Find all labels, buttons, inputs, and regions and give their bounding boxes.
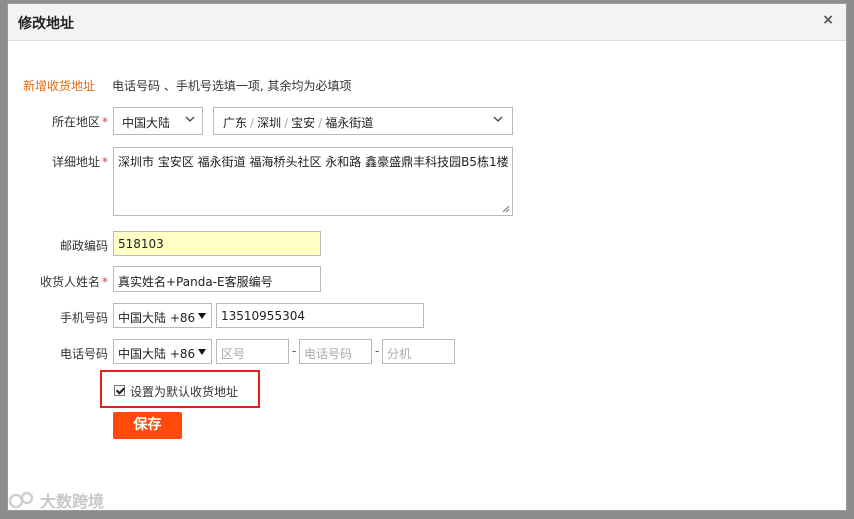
address-label: 详细地址 * (8, 153, 108, 170)
extension-input[interactable]: 分机 (382, 339, 455, 364)
mobile-input[interactable]: 13510955304 (216, 303, 424, 328)
address-textarea[interactable]: 深圳市 宝安区 福永街道 福海桥头社区 永和路 鑫豪盛鼎丰科技园B5栋1楼 (113, 147, 513, 216)
street-value: 福永街道 (325, 116, 374, 130)
section-title: 新增收货地址 (23, 79, 96, 93)
phone-number-placeholder: 电话号码 (304, 347, 353, 361)
region-separator: / (318, 116, 323, 130)
country-select[interactable]: 中国大陆 (113, 107, 203, 135)
recipient-label-text: 收货人姓名 (39, 275, 100, 289)
mobile-label-text: 手机号码 (59, 311, 108, 325)
mobile-label: 手机号码 (8, 309, 108, 326)
city-value: 深圳 (257, 116, 282, 130)
chevron-down-icon (492, 113, 504, 125)
phone-label-text: 电话号码 (59, 347, 108, 361)
phone-country-select[interactable]: 中国大陆 +86 (113, 339, 212, 364)
recipient-input[interactable]: 真实姓名+Panda-E客服编号 (113, 266, 321, 292)
required-mark: * (102, 155, 108, 169)
region-label-text: 所在地区 (51, 115, 100, 129)
checkbox-checked-icon[interactable] (114, 385, 125, 396)
triangle-down-icon (198, 349, 206, 355)
phone-label: 电话号码 (8, 345, 108, 362)
region-label: 所在地区 * (8, 113, 108, 130)
country-select-value: 中国大陆 (122, 116, 171, 130)
area-code-placeholder: 区号 (221, 347, 246, 361)
resize-handle-icon[interactable] (502, 205, 510, 213)
save-button[interactable]: 保存 (113, 412, 182, 439)
mobile-value: 13510955304 (221, 309, 305, 323)
mobile-country-value: 中国大陆 +86 (118, 311, 196, 325)
watermark: 大数跨境 (8, 488, 104, 512)
triangle-down-icon (198, 313, 206, 319)
district-value: 宝安 (291, 116, 316, 130)
phone-dash: - (375, 344, 380, 358)
form-hint: 电话号码 、手机号选填一项, 其余均为必填项 (112, 79, 352, 93)
province-value: 广东 (223, 116, 248, 130)
watermark-logo-icon (8, 491, 34, 509)
postal-label: 邮政编码 (8, 237, 108, 254)
region-select[interactable]: 广东 / 深圳 / 宝安 / 福永街道 (213, 107, 513, 135)
dialog-title: 修改地址 (18, 16, 74, 32)
default-address-label[interactable]: 设置为默认收货地址 (130, 383, 238, 400)
region-separator: / (250, 116, 255, 130)
edit-address-dialog: 修改地址 × 新增收货地址 电话号码 、手机号选填一项, 其余均为必填项 所在地… (7, 3, 847, 511)
mobile-country-select[interactable]: 中国大陆 +86 (113, 303, 212, 328)
address-label-text: 详细地址 (51, 155, 100, 169)
default-address-highlight: 设置为默认收货地址 (100, 370, 260, 408)
dialog-titlebar: 修改地址 × (8, 4, 846, 41)
region-separator: / (284, 116, 289, 130)
address-value: 深圳市 宝安区 福永街道 福海桥头社区 永和路 鑫豪盛鼎丰科技园B5栋1楼 (118, 155, 509, 169)
phone-country-value: 中国大陆 +86 (118, 347, 196, 361)
phone-dash: - (292, 344, 297, 358)
required-mark: * (102, 115, 108, 129)
postal-label-text: 邮政编码 (59, 239, 108, 253)
recipient-label: 收货人姓名 * (8, 273, 108, 290)
extension-placeholder: 分机 (387, 347, 412, 361)
phone-number-input[interactable]: 电话号码 (299, 339, 372, 364)
chevron-down-icon (184, 113, 196, 125)
watermark-text: 大数跨境 (40, 492, 105, 511)
postal-input[interactable]: 518103 (113, 231, 321, 256)
required-mark: * (102, 275, 108, 289)
postal-value: 518103 (118, 237, 164, 251)
region-select-value: 广东 / 深圳 / 宝安 / 福永街道 (223, 114, 373, 131)
area-code-input[interactable]: 区号 (216, 339, 289, 364)
close-icon[interactable]: × (822, 12, 834, 28)
recipient-value: 真实姓名+Panda-E客服编号 (118, 275, 273, 289)
